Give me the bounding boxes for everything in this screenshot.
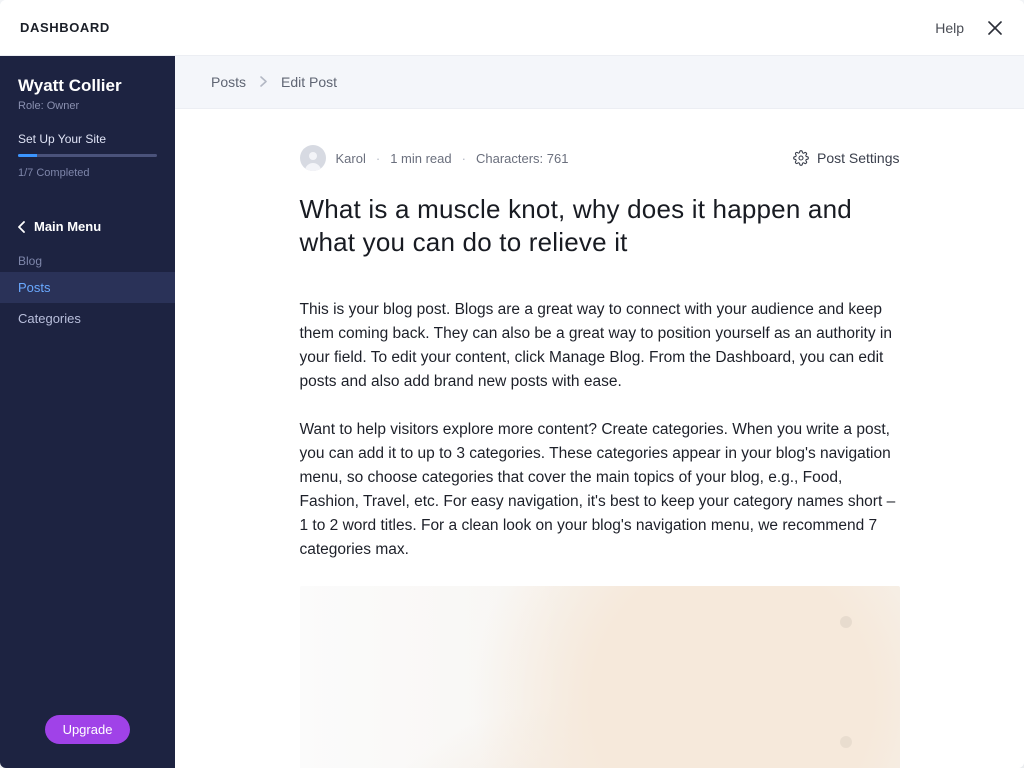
chevron-left-icon [18,221,26,233]
chevron-right-icon [260,76,267,87]
sidebar-user-name: Wyatt Collier [18,76,157,96]
editor-panel: Karol · 1 min read · Characters: 761 Pos… [175,108,1024,768]
top-bar-right: Help [935,19,1004,37]
post-title[interactable]: What is a muscle knot, why does it happe… [300,193,900,258]
editor-inner: Karol · 1 min read · Characters: 761 Pos… [300,145,900,768]
breadcrumb-current: Edit Post [281,74,337,90]
sidebar-nav: Blog Posts Categories [0,250,175,334]
breadcrumb-root[interactable]: Posts [211,74,246,90]
sidebar-item-blog[interactable]: Blog [0,250,175,272]
post-read-time: 1 min read [390,151,451,166]
sidebar-item-categories[interactable]: Categories [0,303,175,334]
body-row: Wyatt Collier Role: Owner Set Up Your Si… [0,56,1024,768]
post-author: Karol [336,151,366,166]
sidebar-item-posts[interactable]: Posts [0,272,175,303]
sidebar-setup-label[interactable]: Set Up Your Site [18,132,157,146]
breadcrumb: Posts Edit Post [175,56,1024,108]
sidebar-progress-fill [18,154,37,157]
post-featured-image[interactable] [300,586,900,768]
breadcrumb-separator-icon [260,74,267,90]
upgrade-button[interactable]: Upgrade [45,715,131,744]
sidebar-back-label: Main Menu [34,219,101,234]
meta-dot-icon: · [462,151,466,166]
close-icon [988,21,1002,35]
sidebar-progress-track [18,154,157,157]
post-meta-left: Karol · 1 min read · Characters: 761 [300,145,569,171]
app-window: DASHBOARD Help Wyatt Collier Role: Owner… [0,0,1024,768]
meta-dot-icon: · [376,151,380,166]
close-button[interactable] [986,19,1004,37]
sidebar: Wyatt Collier Role: Owner Set Up Your Si… [0,56,175,768]
post-settings-label: Post Settings [817,150,900,166]
main-column: Posts Edit Post Karol · 1 [175,56,1024,768]
person-icon [303,149,323,171]
top-bar: DASHBOARD Help [0,0,1024,56]
sidebar-progress-label: 1/7 Completed [18,167,157,179]
post-char-count: Characters: 761 [476,151,569,166]
post-meta-row: Karol · 1 min read · Characters: 761 Pos… [300,145,900,171]
post-settings-button[interactable]: Post Settings [793,150,900,166]
app-title: DASHBOARD [20,20,110,35]
post-paragraph[interactable]: This is your blog post. Blogs are a grea… [300,298,900,394]
sidebar-user-role: Role: Owner [18,100,157,112]
post-body[interactable]: This is your blog post. Blogs are a grea… [300,298,900,562]
post-paragraph[interactable]: Want to help visitors explore more conte… [300,418,900,562]
help-link[interactable]: Help [935,20,964,36]
author-avatar [300,145,326,171]
sidebar-back-main-menu[interactable]: Main Menu [0,219,175,234]
sidebar-user-block: Wyatt Collier Role: Owner Set Up Your Si… [0,76,175,179]
sidebar-spacer [0,334,175,715]
gear-icon [793,150,809,166]
